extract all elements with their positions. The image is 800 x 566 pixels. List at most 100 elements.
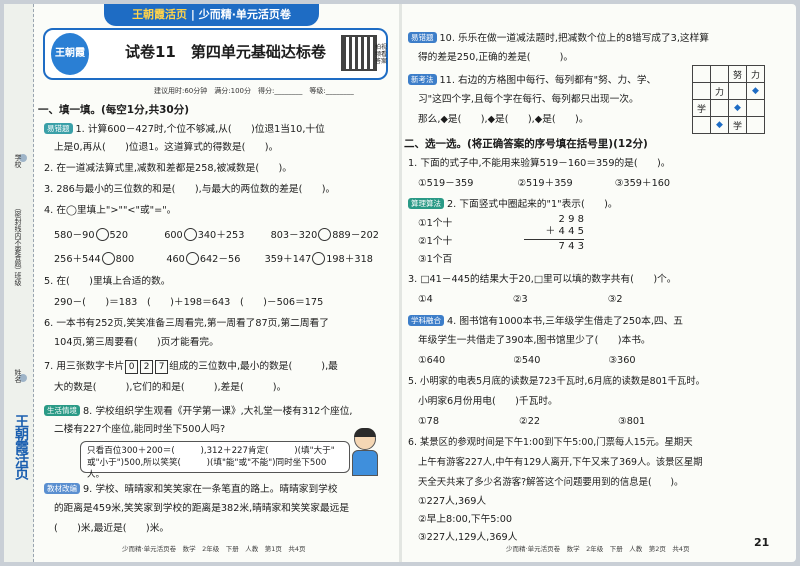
option-1[interactable]: ①78: [418, 416, 439, 427]
q1-line2: 上是0,再从( )位退1。这道算式的得数是( )。: [54, 142, 279, 153]
q4-expr: 359＋147: [264, 254, 312, 265]
footer-right: 少而精·单元活页卷 数学 2年级 下册 人教 第2页 共4页: [506, 545, 690, 553]
c6-option1[interactable]: ①227人,369人: [418, 496, 486, 508]
q11-line3: 那么,◆是( ),◆是( ),◆是( )。: [418, 114, 589, 125]
option-2[interactable]: ②519＋359: [517, 178, 572, 189]
grid-cell: [692, 65, 711, 83]
answer-circle[interactable]: [312, 252, 326, 265]
c6-line3: 天全天共来了多少名游客?解答这个问题要用到的信息是( )。: [418, 477, 684, 488]
q10-line1: 易错题 10. 乐乐在做一道减法题时,把减数个位上的8错写成了3,这样算: [408, 32, 709, 45]
answer-circle[interactable]: [101, 252, 115, 265]
grid-cell: ◆: [710, 116, 729, 134]
binding-brand: 王朝霞活页: [13, 414, 29, 479]
word-grid: 努力 力 ◆ 学 ◆ ◆ 学: [692, 65, 765, 134]
c3-line: 3. □41－445的结果大于20,□里可以填的数字共有( )个。: [408, 274, 677, 285]
q8-hint-box: 只看百位300＋200＝( ),312＋227肯定( )(填"大于" 或"小于"…: [80, 441, 350, 480]
c4-text: 4. 图书馆有1000本书,三年级学生借走了250本,四、五: [447, 316, 683, 327]
grid-cell: 力: [710, 82, 729, 100]
qr-code[interactable]: [341, 35, 377, 71]
option-1[interactable]: ①519－359: [418, 178, 473, 189]
c4-line1: 学科融合 4. 图书馆有1000本书,三年级学生借走了250本,四、五: [408, 315, 683, 328]
c6-line1: 6. 某景区的参观时间是下午1:00到下午5:00,门票每人15元。星期天: [408, 437, 693, 448]
option-1[interactable]: ①640: [418, 355, 445, 366]
c1-line: 1. 下面的式子中,不能用来验算519－160＝359的是( )。: [408, 158, 671, 169]
c2-option1[interactable]: ①1个十: [418, 218, 452, 230]
q11-tag: 新考法: [408, 74, 437, 85]
grid-cell: [692, 82, 711, 100]
grid-cell: 学: [728, 116, 747, 134]
q9-text: 9. 学校、晴晴家和笑笑家在一条笔直的路上。晴晴家到学校: [83, 484, 338, 495]
c6-option2[interactable]: ②早上8:00,下午5:00: [418, 514, 512, 526]
c2-option2[interactable]: ②1个十: [418, 236, 452, 248]
q4-expr: 600: [164, 230, 183, 241]
grid-cell: 力: [746, 65, 765, 83]
c1-options: ①519－359 ②519＋359 ③359＋160: [418, 178, 670, 190]
c6-line2: 上午有游客227人,中午有129人离开,下午又来了369人。该景区星期: [418, 457, 703, 468]
c2-text: 2. 下面竖式中圈起来的"1"表示( )。: [447, 199, 618, 210]
q10-line2: 得的差是250,正确的差是( )。: [418, 52, 574, 63]
option-2[interactable]: ②540: [513, 355, 540, 366]
title-bar: 王朝霞 试卷11 第四单元基础达标卷 拍视频看答案: [43, 28, 388, 80]
binding-strip: 学校 （密封线内不要答题） 班级 姓名 王朝霞活页: [4, 4, 34, 562]
digit-card: 7: [155, 360, 169, 374]
series-name: 少而精·单元活页卷: [198, 8, 291, 21]
q1-text: 1. 计算600－427时,个位不够减,从( )位退1当10,十位: [75, 124, 325, 135]
vertical-calculation: 2 9 8 ＋ 4 4 5 7 4 3: [524, 214, 584, 253]
q8-text: 8. 学校组织学生观看《开学第一课》,大礼堂一楼有312个座位,: [83, 406, 353, 417]
q5-line2: 290－( )＝183 ( )＋198＝643 ( )－506＝175: [54, 297, 324, 308]
c5-options: ①78 ②22 ③801: [418, 416, 645, 428]
option-1[interactable]: ①4: [418, 294, 433, 305]
q7-line1: 7. 用三张数字卡片 0 2 7 组成的三位数中,最小的数是( ),最: [44, 360, 338, 374]
q4-expr: 520: [109, 230, 129, 241]
q9-line2: 的距离是459米,笑笑家到学校的距离是382米,晴晴家和笑笑家最远是: [54, 503, 350, 514]
option-3[interactable]: ③2: [608, 294, 623, 305]
q8-line2: 二楼有227个座位,能同时坐下500人吗?: [54, 424, 226, 435]
page-title: 试卷11 第四单元基础达标卷: [125, 43, 326, 61]
grid-cell: 努: [728, 65, 747, 83]
grid-cell: [692, 116, 711, 134]
option-3[interactable]: ③360: [608, 355, 635, 366]
footer-left: 少而精·单元活页卷 数学 2年级 下册 人教 第1页 共4页: [122, 545, 306, 553]
c5-line2: 小明家6月份用电( )千瓦时。: [418, 396, 558, 407]
name-label: 姓名: [14, 369, 22, 383]
grid-cell: ◆: [746, 82, 765, 100]
q4-expr: 580－90: [54, 230, 95, 241]
digit-card: 2: [140, 360, 154, 374]
answer-circle[interactable]: [318, 228, 332, 241]
answer-circle[interactable]: [183, 228, 197, 241]
c2-option3[interactable]: ③1个百: [418, 254, 452, 266]
answer-circle[interactable]: [95, 228, 109, 241]
option-2[interactable]: ②3: [513, 294, 528, 305]
q4-row2: 256＋544 800 460 642－56 359＋147 198＋318: [54, 252, 373, 266]
brand-name: 王朝霞活页: [132, 8, 188, 21]
page-number: 21: [754, 536, 770, 549]
grid-cell: ◆: [728, 99, 747, 117]
q4-expr: 800: [115, 254, 135, 265]
q8-hint-line1: 只看百位300＋200＝( ),312＋227肯定( )(填"大于": [87, 446, 335, 456]
q9-line3: ( )米,最近是( )米。: [54, 523, 170, 534]
q9-line1: 教材改编 9. 学校、晴晴家和笑笑家在一条笔直的路上。晴晴家到学校: [44, 483, 338, 496]
c6-option3[interactable]: ③227人,129人,369人: [418, 532, 517, 544]
grid-cell: [746, 99, 765, 117]
q7-text: 7. 用三张数字卡片: [44, 361, 125, 372]
option-3[interactable]: ③801: [618, 416, 645, 427]
q3-line: 3. 286与最小的三位数的和是( ),与最大的两位数的差是( )。: [44, 184, 336, 195]
section-choice-heading: 二、选一选。(将正确答案的序号填在括号里)(12分): [404, 138, 648, 150]
q8-line1: 生活情境 8. 学校组织学生观看《开学第一课》,大礼堂一楼有312个座位,: [44, 405, 352, 418]
exam-meta: 建议用时:60分钟 满分:100分 得分:________ 等级:_______…: [154, 87, 354, 95]
grid-cell: 学: [692, 99, 711, 117]
q6-line2: 104页,第三周要看( )页才能看完。: [54, 337, 219, 348]
q4-line: 4. 在◯里填上">""<"或"="。: [44, 205, 177, 216]
q11-line1: 新考法 11. 右边的方格图中每行、每列都有"努、力、学、: [408, 74, 656, 87]
q6-line1: 6. 一本书有252页,笑笑准备三周看完,第一周看了87页,第二周看了: [44, 318, 329, 329]
q4-expr: 642－56: [199, 254, 241, 265]
c4-line2: 年级学生一共借走了390本,图书馆里少了( )本书。: [418, 335, 651, 346]
q9-tag: 教材改编: [44, 483, 80, 494]
option-3[interactable]: ③359＋160: [615, 178, 670, 189]
section-fill-in-heading: 一、填一填。(每空1分,共30分): [38, 104, 190, 116]
option-2[interactable]: ②22: [519, 416, 540, 427]
cartoon-kid: [348, 428, 382, 476]
q4-expr: 256＋544: [54, 254, 101, 265]
q7-text: 组成的三位数中,最小的数是( ),最: [169, 361, 338, 372]
answer-circle[interactable]: [185, 252, 199, 265]
